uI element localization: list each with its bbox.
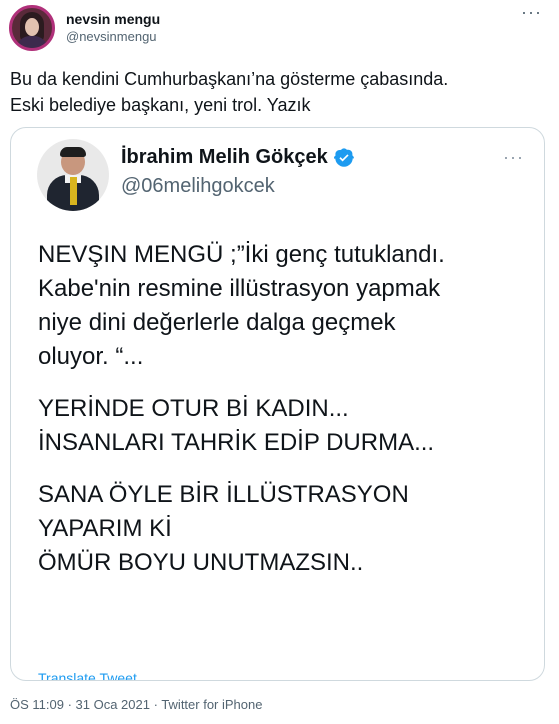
tweet-date[interactable]: 31 Oca 2021: [76, 697, 150, 712]
quoted-text-line: NEVŞIN MENGÜ ;”İki genç tutuklandı.: [38, 241, 445, 268]
meta-separator: ·: [149, 697, 162, 712]
quoted-text-line: YERİNDE OTUR Bİ KADIN...: [38, 395, 349, 422]
quoted-text-line: İNSANLARI TAHRİK EDİP DURMA...: [38, 429, 435, 456]
quoted-text-line: YAPARIM Kİ: [38, 515, 172, 542]
tweet-time[interactable]: ÖS 11:09: [10, 697, 64, 712]
quoted-text-line: niye dini değerlerle dalga geçmek: [38, 309, 396, 336]
tweet-text-line: Bu da kendini Cumhurbaşkanı’na gösterme …: [10, 69, 449, 89]
author-avatar[interactable]: [9, 5, 55, 51]
quoted-more-options-icon: ···: [503, 147, 524, 167]
quoted-author-handle[interactable]: @06melihgokcek: [121, 175, 275, 198]
tweet-meta: ÖS 11:09 · 31 Oca 2021 · Twitter for iPh…: [10, 697, 262, 712]
quoted-author-name[interactable]: İbrahim Melih Gökçek: [121, 146, 328, 169]
quoted-text-line: SANA ÖYLE BİR İLLÜSTRASYON: [38, 481, 409, 508]
tweet-text: Bu da kendini Cumhurbaşkanı’na gösterme …: [10, 66, 550, 118]
quoted-text-line: ÖMÜR BOYU UNUTMAZSIN..: [38, 549, 364, 576]
quoted-text-line: oluyor. “...: [38, 343, 144, 370]
tweet: nevsin mengu @nevsinmengu ··· Bu da kend…: [0, 0, 559, 724]
tweet-text-line: Eski belediye başkanı, yeni trol. Yazık: [10, 95, 311, 115]
author-name[interactable]: nevsin mengu: [66, 11, 160, 27]
quoted-author-avatar[interactable]: [37, 139, 109, 211]
meta-separator: ·: [63, 697, 76, 712]
verified-badge-icon: [333, 147, 354, 167]
quoted-author-name-row[interactable]: İbrahim Melih Gökçek: [121, 146, 354, 169]
quoted-tweet-text: NEVŞIN MENGÜ ;”İki genç tutuklandı. Kabe…: [38, 238, 538, 580]
tweet-source[interactable]: Twitter for iPhone: [161, 697, 262, 712]
more-options-icon[interactable]: ···: [521, 2, 542, 23]
quoted-text-line: Kabe'nin resmine illüstrasyon yapmak: [38, 275, 441, 302]
quoted-tweet[interactable]: İbrahim Melih Gökçek @06melihgokcek ··· …: [10, 127, 545, 681]
author-handle[interactable]: @nevsinmengu: [66, 29, 157, 44]
translate-tweet-link[interactable]: Translate Tweet: [38, 670, 137, 680]
